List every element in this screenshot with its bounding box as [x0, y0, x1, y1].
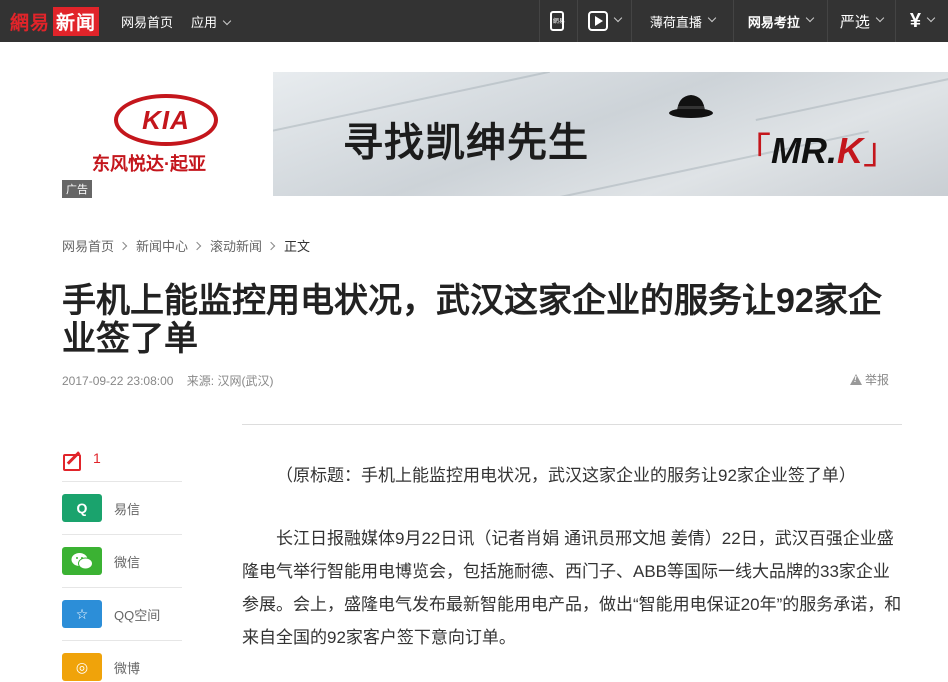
share-yixin-label: 易信 [114, 501, 141, 517]
content-divider [242, 424, 902, 425]
hat-icon [669, 95, 713, 118]
live-stream-label: 薄荷直播 [649, 14, 702, 30]
weibo-icon: ◎ [62, 653, 102, 681]
breadcrumb-home[interactable]: 网易首页 [62, 236, 114, 255]
chevron-down-icon [926, 13, 936, 23]
edit-comment-icon [62, 449, 86, 473]
breadcrumb-current: 正文 [284, 239, 311, 254]
chevron-down-icon [222, 16, 232, 25]
article-source[interactable]: 来源: 汉网(武汉) [187, 374, 274, 388]
nav-apps-label: 应用 [191, 14, 218, 30]
report-label: 举报 [865, 373, 890, 387]
kia-logo: KIA [114, 94, 218, 146]
kia-ad-logo-panel[interactable]: KIA 东风悦达·起亚 广告 [62, 72, 272, 198]
mr-k-logo: 「MR.K」 [735, 122, 899, 174]
breadcrumb-rolling-news[interactable]: 滚动新闻 [210, 236, 262, 255]
article-paragraph: （原标题：手机上能监控用电状况，武汉这家企业的服务让92家企业签了单） [276, 466, 856, 485]
comment-count: 1 [93, 449, 101, 466]
kaola-label: 网易考拉 [747, 14, 800, 30]
chevron-right-icon [118, 241, 128, 250]
top-nav-right: 網易 薄荷直播 网易考拉 严选 ¥ [538, 0, 948, 42]
mobile-app-button[interactable]: 網易 [538, 0, 577, 42]
share-yixin[interactable]: Q 易信 [62, 482, 182, 535]
chevron-down-icon [707, 13, 717, 23]
mr-k-letter: K [837, 130, 864, 171]
nav-netease-home[interactable]: 网易首页 [121, 12, 173, 31]
yanxuan-label: 严选 [839, 12, 870, 31]
yen-icon: ¥ [909, 9, 921, 32]
qzone-star-icon: ☆ [62, 600, 102, 628]
article-paragraph: 长江日报融媒体9月22日讯（记者肖娟 通讯员邢文旭 姜倩）22日，武汉百强企业盛… [242, 529, 902, 647]
banner-streak [755, 72, 948, 122]
share-qzone-label: QQ空间 [114, 607, 161, 623]
mr-k-bracket-open: 「 [735, 130, 772, 171]
kia-logo-text: KIA [142, 104, 190, 135]
share-wechat-label: 微信 [114, 554, 141, 570]
report-button[interactable]: 举报 [850, 371, 889, 388]
play-icon [587, 11, 608, 31]
breadcrumb-news-center[interactable]: 新闻中心 [136, 236, 188, 255]
live-stream-link[interactable]: 薄荷直播 [630, 0, 733, 42]
wechat-icon [62, 547, 102, 575]
kaola-link[interactable]: 网易考拉 [732, 0, 827, 42]
comment-button[interactable]: 1 [62, 440, 182, 482]
weibo-icon-glyph: ◎ [75, 658, 89, 675]
share-sidebar: 1 Q 易信 微信 ☆ QQ空间 ◎ 微博 [62, 440, 182, 682]
yixin-icon-glyph: Q [76, 500, 88, 516]
share-weibo[interactable]: ◎ 微博 [62, 641, 182, 682]
warning-icon [850, 374, 862, 385]
phone-icon: 網易 [549, 11, 565, 31]
kia-brand-name: 东风悦达·起亚 [92, 154, 206, 174]
qzone-icon-glyph: ☆ [75, 605, 89, 622]
mr-k-bracket-close: 」 [863, 130, 900, 171]
netease-news-logo[interactable]: 網易 新闻 [0, 0, 100, 42]
yixin-icon: Q [62, 494, 102, 522]
chevron-right-icon [192, 241, 202, 250]
article-meta: 2017-09-22 23:08:00 来源: 汉网(武汉) [62, 372, 273, 389]
nav-apps[interactable]: 应用 [191, 12, 232, 31]
share-weibo-label: 微博 [114, 660, 141, 676]
chevron-down-icon [805, 13, 815, 23]
phone-icon-label: 網易 [552, 19, 565, 25]
logo-news-text: 新闻 [53, 6, 100, 36]
logo-netease-text: 網易 [10, 11, 51, 34]
mr-k-prefix: MR. [771, 130, 838, 171]
chevron-right-icon [266, 241, 276, 250]
yanxuan-link[interactable]: 严选 [826, 0, 895, 42]
ad-slogan: 寻找凯绅先生 [343, 121, 589, 165]
share-wechat[interactable]: 微信 [62, 535, 182, 588]
ad-banner[interactable]: 寻找凯绅先生 「MR.K」 [273, 72, 948, 196]
top-nav-bar: 網易 新闻 网易首页 应用 網易 薄荷直播 网易考拉 严选 ¥ [0, 0, 948, 42]
chevron-down-icon [613, 13, 623, 23]
share-qzone[interactable]: ☆ QQ空间 [62, 588, 182, 641]
video-menu-button[interactable] [576, 0, 631, 42]
breadcrumb: 网易首页 新闻中心 滚动新闻 正文 [62, 236, 310, 255]
wallet-button[interactable]: ¥ [894, 0, 948, 42]
publish-time: 2017-09-22 23:08:00 [62, 374, 174, 388]
ad-label: 广告 [62, 180, 92, 198]
chevron-down-icon [875, 13, 885, 23]
article-title: 手机上能监控用电状况，武汉这家企业的服务让92家企业签了单 [62, 282, 882, 358]
